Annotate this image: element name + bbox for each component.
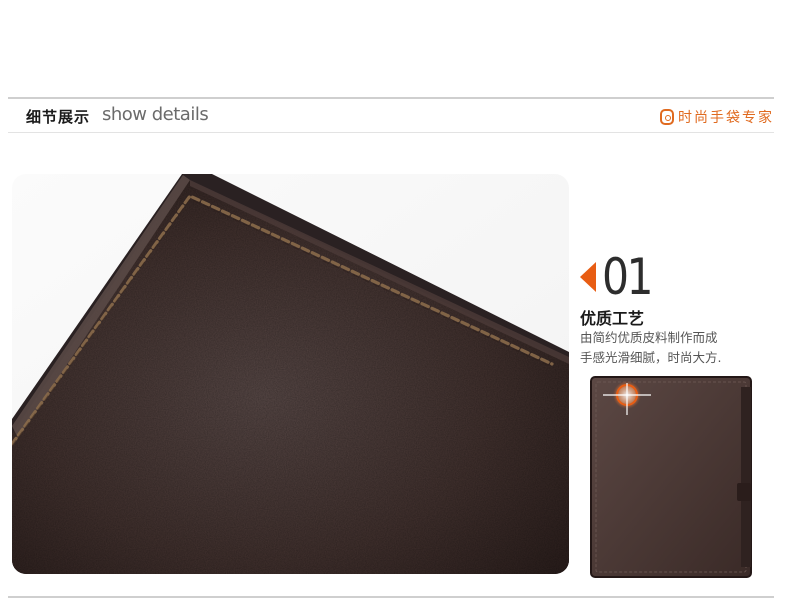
section-title: 细节展示 [26,108,91,126]
brand-text: 时尚手袋专家 [678,110,774,126]
leather-closeup-image [12,174,569,574]
feature-description-line: 由简约优质皮料制作而成 [580,330,718,345]
bottom-divider [8,596,774,598]
bag-logo-icon [660,109,674,125]
feature-number-text: 01 [602,248,654,306]
feature-description: 由简约优质皮料制作而成 手感光滑细腻，时尚大方. [580,328,755,368]
feature-number: 01 [580,252,660,302]
header-divider [8,132,774,133]
wallet-thumbnail-image [589,375,754,580]
section-subtitle: show details [102,104,209,125]
top-divider [8,97,774,99]
feature-description-line: 手感光滑细腻，时尚大方. [580,350,722,365]
arrow-left-icon [580,262,596,292]
brand-tagline: 时尚手袋专家 [660,107,774,127]
feature-title: 优质工艺 [580,309,645,328]
